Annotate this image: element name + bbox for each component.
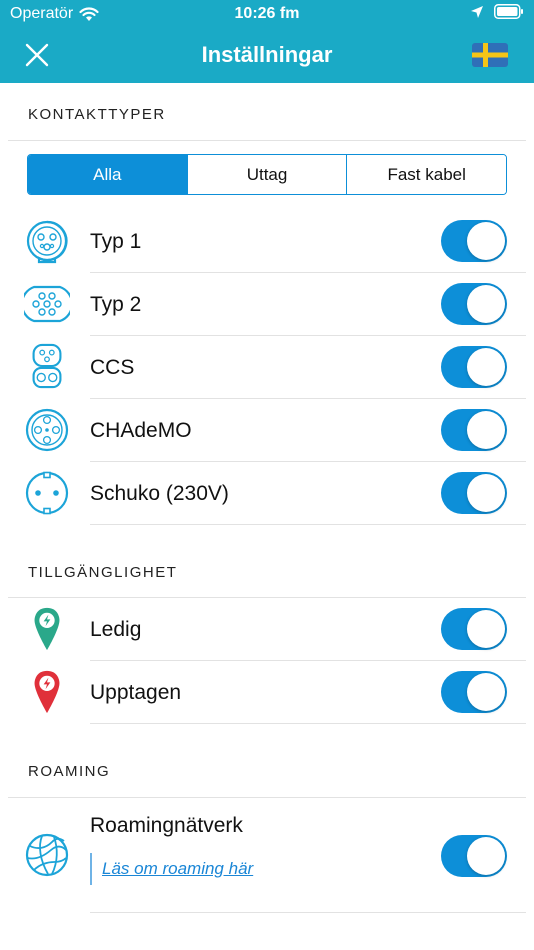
divider (90, 524, 526, 525)
section-header-availability: TILLGÄNGLIGHET (28, 564, 178, 581)
connector-label: Typ 2 (90, 293, 142, 316)
clock: 10:26 fm (234, 5, 300, 22)
page-title: Inställningar (201, 42, 333, 67)
toggle-knob (467, 474, 505, 512)
type1-connector-icon (26, 220, 68, 264)
connector-label: CHAdeMO (90, 419, 192, 442)
sweden-flag-icon[interactable] (472, 43, 508, 67)
toggle-knob (467, 285, 505, 323)
list-item-type1: Typ 1 (0, 210, 534, 273)
toggle-available[interactable] (441, 608, 507, 650)
connector-label: Schuko (230V) (90, 482, 229, 505)
connector-label: Typ 1 (90, 230, 142, 253)
list-item-occupied: Upptagen (0, 661, 534, 724)
roaming-label: Roamingnätverk (90, 814, 243, 837)
toggle-knob (467, 673, 505, 711)
segment-fixed-cable[interactable]: Fast kabel (346, 155, 506, 194)
segment-all[interactable]: Alla (28, 155, 187, 194)
nav-bar: Inställningar (0, 28, 534, 83)
chademo-connector-icon (25, 408, 69, 452)
status-right (470, 4, 524, 19)
list-item-schuko: Schuko (230V) (0, 462, 534, 525)
availability-label: Upptagen (90, 681, 182, 704)
toggle-type1[interactable] (441, 220, 507, 262)
section-header-connector-types: KONTAKTTYPER (28, 106, 166, 123)
occupied-pin-icon (34, 670, 60, 714)
list-item-available: Ledig (0, 598, 534, 661)
segment-socket[interactable]: Uttag (186, 155, 347, 194)
toggle-knob (467, 837, 505, 875)
toggle-knob (467, 411, 505, 449)
list-item-roaming: Roamingnätverk (0, 798, 534, 912)
section-header-roaming: ROAMING (28, 763, 111, 780)
connector-filter-segmented-control: Alla Uttag Fast kabel (27, 154, 507, 195)
list-item-type2: Typ 2 (0, 273, 534, 336)
toggle-type2[interactable] (441, 283, 507, 325)
connector-label: CCS (90, 356, 135, 379)
toggle-schuko[interactable] (441, 472, 507, 514)
schuko-connector-icon (25, 471, 69, 515)
toggle-knob (467, 348, 505, 386)
toggle-chademo[interactable] (441, 409, 507, 451)
availability-label: Ledig (90, 618, 142, 641)
toggle-ccs[interactable] (441, 346, 507, 388)
list-item-chademo: CHAdeMO (0, 399, 534, 462)
roaming-info-link[interactable]: Läs om roaming här (90, 853, 253, 885)
globe-icon (25, 833, 69, 877)
battery-icon (494, 4, 523, 19)
toggle-occupied[interactable] (441, 671, 507, 713)
location-arrow-icon (471, 5, 483, 18)
toggle-knob (467, 610, 505, 648)
divider (8, 140, 526, 141)
divider (90, 723, 526, 724)
toggle-roaming[interactable] (441, 835, 507, 877)
available-pin-icon (34, 607, 60, 651)
ccs-connector-icon (32, 343, 62, 389)
toggle-knob (467, 222, 505, 260)
divider (90, 912, 526, 913)
status-bar: Operatör 10:26 fm (0, 0, 534, 28)
type2-connector-icon (24, 285, 70, 323)
list-item-ccs: CCS (0, 336, 534, 399)
